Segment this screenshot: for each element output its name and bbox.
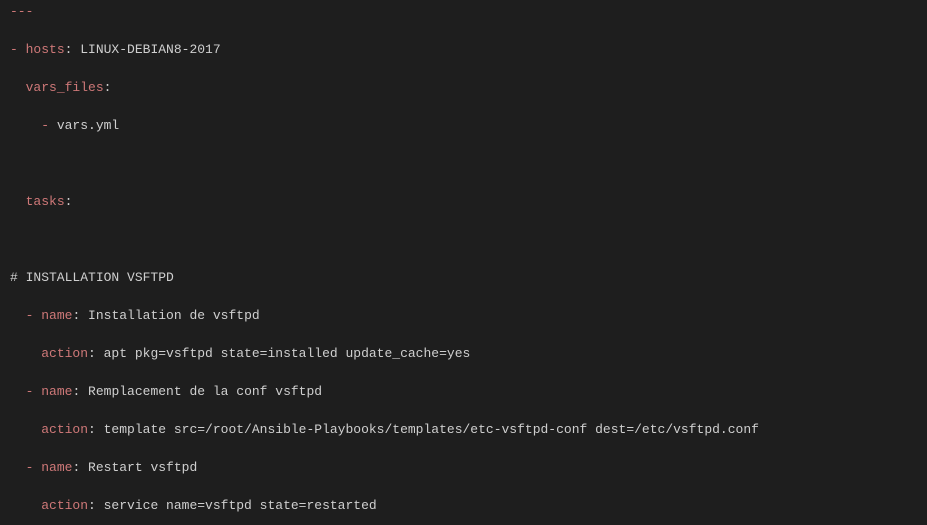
code-line: - hosts: LINUX-DEBIAN8-2017 [10, 40, 917, 59]
code-token: tasks [26, 194, 65, 209]
code-line: action: apt pkg=vsftpd state=installed u… [10, 344, 917, 363]
code-token [10, 194, 26, 209]
code-line: action: service name=vsftpd state=restar… [10, 496, 917, 515]
code-token [10, 118, 41, 133]
code-token: : apt pkg=vsftpd state=installed update_… [88, 346, 470, 361]
code-token: : LINUX-DEBIAN8-2017 [65, 42, 221, 57]
code-token: - [10, 42, 26, 57]
code-token: action [41, 422, 88, 437]
code-token: name [41, 308, 72, 323]
code-token: - [26, 384, 42, 399]
code-line: vars_files: [10, 78, 917, 97]
code-token: action [41, 498, 88, 513]
code-token: name [41, 460, 72, 475]
code-line: - name: Remplacement de la conf vsftpd [10, 382, 917, 401]
code-token [10, 346, 41, 361]
code-line: - name: Restart vsftpd [10, 458, 917, 477]
code-line: - vars.yml [10, 116, 917, 135]
code-line [10, 230, 917, 249]
code-token: - [26, 308, 42, 323]
code-token [10, 384, 26, 399]
code-token: : service name=vsftpd state=restarted [88, 498, 377, 513]
code-token: --- [10, 4, 33, 19]
code-token: : template src=/root/Ansible-Playbooks/t… [88, 422, 759, 437]
code-line: action: template src=/root/Ansible-Playb… [10, 420, 917, 439]
code-token: name [41, 384, 72, 399]
code-token: : Restart vsftpd [72, 460, 197, 475]
code-token [10, 232, 18, 247]
code-token: - [41, 118, 57, 133]
code-line [10, 154, 917, 173]
code-token: # INSTALLATION VSFTPD [10, 270, 174, 285]
code-token [10, 80, 26, 95]
code-token: vars.yml [57, 118, 119, 133]
code-line: tasks: [10, 192, 917, 211]
code-token: vars_files [26, 80, 104, 95]
code-token [10, 460, 26, 475]
code-token [10, 308, 26, 323]
code-line: --- [10, 2, 917, 21]
code-token: hosts [26, 42, 65, 57]
code-token: : [65, 194, 73, 209]
code-token: action [41, 346, 88, 361]
code-token [10, 156, 18, 171]
code-token: : Remplacement de la conf vsftpd [72, 384, 322, 399]
code-line: # INSTALLATION VSFTPD [10, 268, 917, 287]
code-block: --- - hosts: LINUX-DEBIAN8-2017 vars_fil… [0, 0, 927, 525]
code-token: - [26, 460, 42, 475]
code-line: - name: Installation de vsftpd [10, 306, 917, 325]
code-token: : Installation de vsftpd [72, 308, 259, 323]
code-token: : [104, 80, 112, 95]
code-token [10, 498, 41, 513]
code-token [10, 422, 41, 437]
